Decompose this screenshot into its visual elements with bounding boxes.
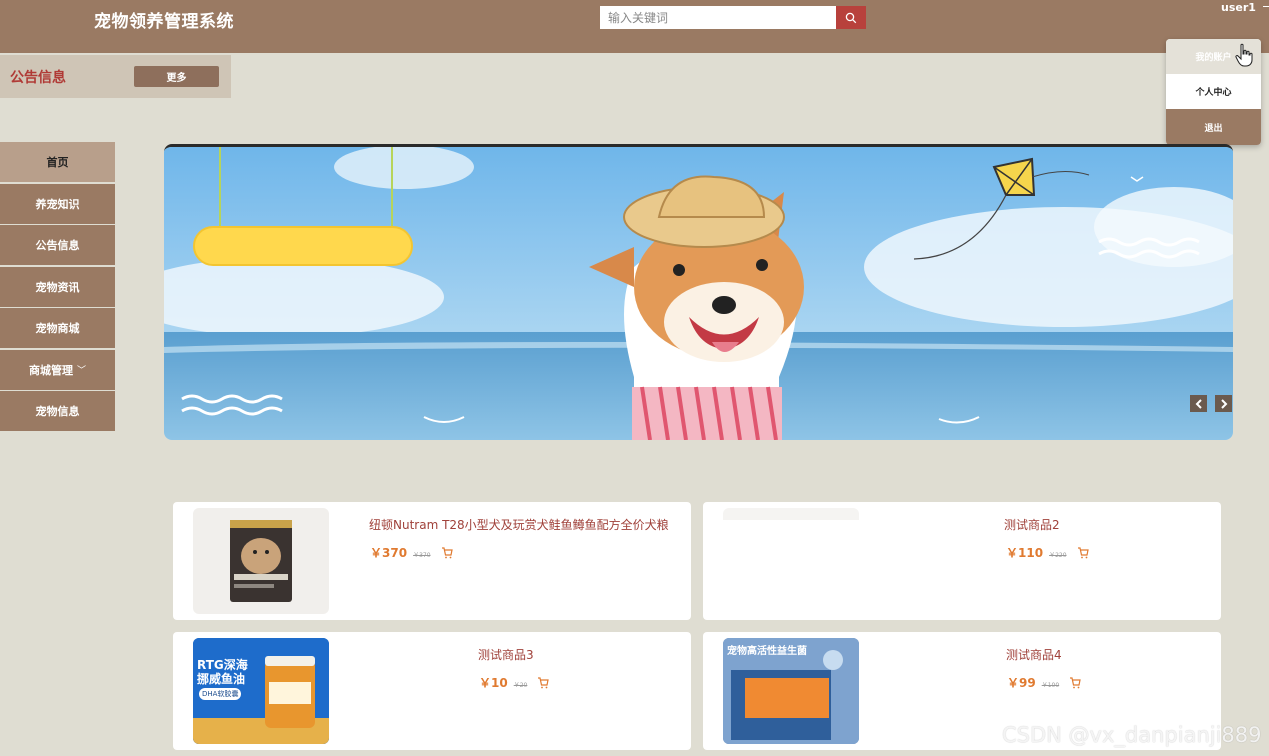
sidebar-item-home[interactable]: 首页 bbox=[0, 142, 115, 182]
chevron-down-icon: ﹀ bbox=[76, 366, 86, 376]
sidebar-item-label: 宠物信息 bbox=[35, 405, 80, 418]
cart-icon[interactable] bbox=[537, 676, 550, 689]
sidebar-item-pet-shop[interactable]: 宠物商城 bbox=[0, 308, 115, 348]
chevron-right-icon bbox=[1220, 398, 1227, 409]
original-price: ￥220 bbox=[1049, 552, 1067, 559]
search-input[interactable] bbox=[600, 6, 836, 29]
original-price: ￥100 bbox=[1041, 682, 1060, 689]
sidebar-item-label: 公告信息 bbox=[35, 239, 80, 252]
search-icon bbox=[845, 12, 857, 23]
sidebar-item-label: 商城管理 bbox=[28, 363, 73, 377]
product-thumbnail[interactable] bbox=[193, 508, 329, 614]
product-card[interactable]: 测试商品2 ￥110 ￥220 bbox=[703, 502, 1221, 620]
product-image-text: 宠物高活性益生菌 bbox=[727, 646, 807, 657]
sidebar-item-pet-news[interactable]: 宠物资讯 bbox=[0, 266, 115, 307]
product-card[interactable]: RTG深海 挪威鱼油 DHA软胶囊 测试商品3 ￥10 ￥20 bbox=[173, 632, 691, 750]
product-thumbnail[interactable]: RTG深海 挪威鱼油 DHA软胶囊 bbox=[193, 638, 329, 744]
product-thumbnail[interactable]: 宠物高活性益生菌 bbox=[723, 638, 859, 744]
product-name[interactable]: 测试商品3 bbox=[478, 646, 534, 663]
carousel-next-button[interactable] bbox=[1215, 395, 1232, 412]
chevron-left-icon bbox=[1195, 398, 1202, 409]
product-name[interactable]: 测试商品4 bbox=[1006, 646, 1062, 663]
sidebar-nav: 首页 养宠知识 公告信息 宠物资讯 宠物商城 商城管理 ﹀ 宠物信息 bbox=[0, 142, 115, 433]
product-price: ￥370 bbox=[370, 546, 408, 560]
cart-icon[interactable] bbox=[1077, 546, 1089, 559]
sidebar-item-shop-management[interactable]: 商城管理 ﹀ bbox=[0, 349, 115, 390]
product-price: ￥99 bbox=[1007, 676, 1036, 690]
price-row: ￥110 ￥220 bbox=[1006, 544, 1089, 561]
original-price: ￥20 bbox=[513, 682, 528, 689]
app-title: 宠物领养管理系统 bbox=[94, 12, 234, 32]
product-name[interactable]: 测试商品2 bbox=[1004, 516, 1060, 533]
more-button[interactable]: 更多 bbox=[134, 66, 219, 87]
sidebar-item-pet-knowledge[interactable]: 养宠知识 bbox=[0, 183, 115, 224]
hand-cursor-icon bbox=[1235, 43, 1253, 67]
sidebar-item-label: 首页 bbox=[46, 156, 69, 169]
search-button[interactable] bbox=[836, 6, 866, 29]
original-price: ￥370 bbox=[413, 552, 431, 559]
notice-bar: 公告信息 更多 bbox=[0, 55, 231, 98]
image-placeholder bbox=[723, 508, 859, 520]
sidebar-item-label: 宠物商城 bbox=[35, 322, 80, 335]
search-bar bbox=[600, 6, 866, 29]
price-row: ￥370 ￥370 bbox=[370, 544, 453, 561]
menu-item-logout[interactable]: 退出 bbox=[1166, 109, 1261, 145]
menu-item-personal-center[interactable]: 个人中心 bbox=[1166, 74, 1261, 109]
dog-food-bag-image bbox=[230, 520, 292, 602]
product-name[interactable]: 纽顿Nutram T28小型犬及玩赏犬鲑鱼鳟鱼配方全价犬粮 bbox=[369, 516, 669, 533]
notice-title: 公告信息 bbox=[10, 70, 66, 86]
product-image-tag: DHA软胶囊 bbox=[199, 688, 242, 700]
product-price: ￥110 bbox=[1006, 546, 1044, 560]
sidebar-item-label: 养宠知识 bbox=[35, 197, 80, 211]
banner-carousel[interactable] bbox=[164, 144, 1233, 440]
product-thumbnail[interactable] bbox=[723, 508, 859, 614]
product-image-text: RTG深海 挪威鱼油 bbox=[197, 658, 248, 686]
cart-icon[interactable] bbox=[441, 546, 453, 559]
banner-image bbox=[164, 147, 1233, 440]
product-card[interactable]: 纽顿Nutram T28小型犬及玩赏犬鲑鱼鳟鱼配方全价犬粮 ￥370 ￥370 bbox=[173, 502, 691, 620]
product-price: ￥10 bbox=[479, 676, 508, 690]
user-menu-caret-icon[interactable] bbox=[1263, 6, 1269, 7]
cart-icon[interactable] bbox=[1069, 676, 1081, 689]
sidebar-item-label: 宠物资讯 bbox=[35, 280, 80, 294]
watermark: CSDN @vx_danpianji889 bbox=[1002, 723, 1262, 747]
username-label[interactable]: user1 bbox=[1221, 1, 1256, 14]
price-row: ￥99 ￥100 bbox=[1007, 674, 1081, 691]
sidebar-item-pet-info[interactable]: 宠物信息 bbox=[0, 391, 115, 431]
sidebar-item-notices[interactable]: 公告信息 bbox=[0, 225, 115, 265]
carousel-prev-button[interactable] bbox=[1190, 395, 1207, 412]
price-row: ￥10 ￥20 bbox=[479, 674, 550, 691]
